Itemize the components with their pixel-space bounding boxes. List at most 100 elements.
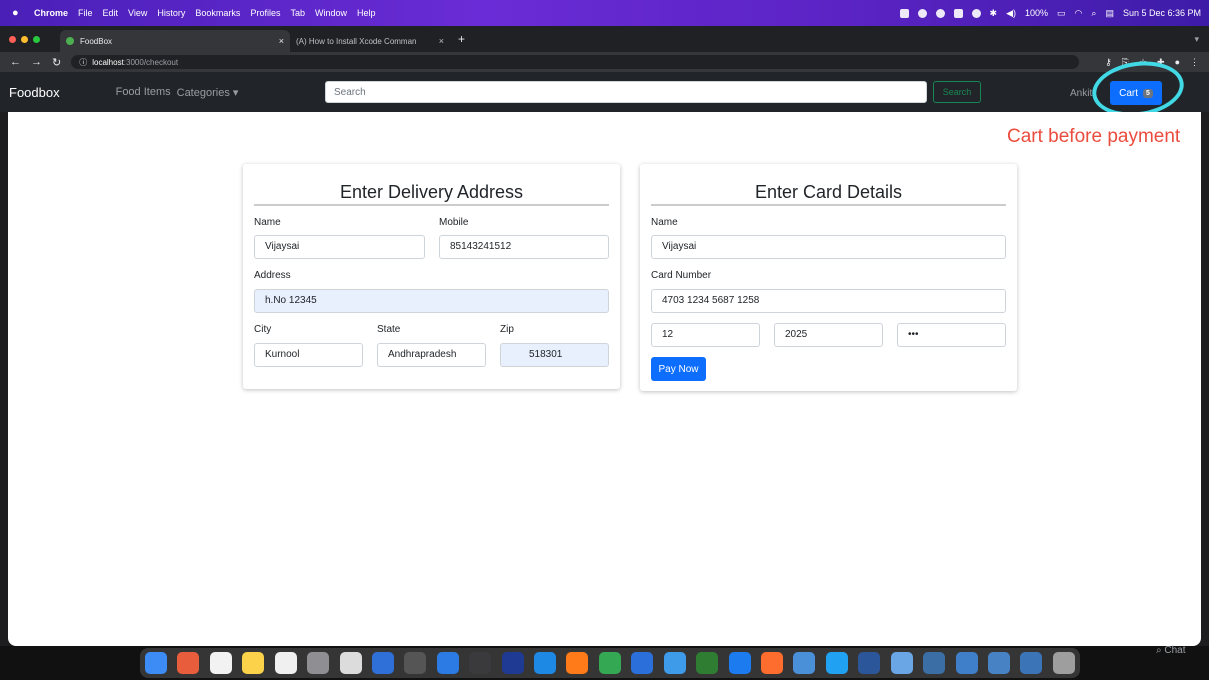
firefox-icon[interactable] (566, 652, 589, 674)
card-number-input[interactable]: 4703 1234 5687 1258 (651, 289, 1006, 313)
status-app-icon[interactable] (899, 8, 909, 18)
wifi-icon[interactable]: ◠ (1075, 8, 1083, 19)
activity-monitor-icon[interactable] (696, 652, 719, 674)
system-preferences-icon[interactable] (307, 652, 330, 674)
status-app-icon[interactable] (935, 8, 945, 18)
spotlight-icon[interactable]: ⌕ (1091, 8, 1096, 19)
webstorm-icon[interactable] (825, 652, 848, 674)
tab-search-chevron-icon[interactable]: ▾ (1194, 34, 1199, 45)
window-thumbnail-icon[interactable] (955, 652, 978, 674)
window-thumbnail-icon[interactable] (923, 652, 946, 674)
app-icon[interactable] (663, 652, 686, 674)
app-icon[interactable] (469, 652, 492, 674)
brand-logo[interactable]: Foodbox (9, 85, 60, 100)
word-icon[interactable] (858, 652, 881, 674)
back-icon[interactable]: ← (10, 56, 21, 69)
browser-tab-bar: FoodBox × (A) How to Install Xcode Comma… (0, 26, 1209, 52)
minimize-window-icon[interactable] (21, 35, 28, 43)
city-input[interactable]: Kurnool (254, 343, 363, 367)
reload-icon[interactable]: ↻ (52, 56, 61, 69)
tab-foodbox[interactable]: FoodBox × (60, 30, 290, 52)
divider (254, 204, 609, 206)
user-menu[interactable]: Ankit (1070, 88, 1092, 99)
menu-tab[interactable]: Tab (290, 8, 305, 18)
menu-history[interactable]: History (157, 8, 185, 18)
chrome-icon[interactable] (598, 652, 621, 674)
more-menu-icon[interactable]: ⋮ (1190, 57, 1199, 68)
ide-icon[interactable] (501, 652, 524, 674)
apple-icon[interactable]: ● (12, 7, 24, 19)
menu-app-chrome[interactable]: Chrome (34, 8, 68, 18)
forward-icon[interactable]: → (31, 56, 42, 69)
pages-icon[interactable] (339, 652, 362, 674)
menu-view[interactable]: View (128, 8, 147, 18)
address-input[interactable]: h.No 12345 (254, 289, 609, 313)
tab-title: FoodBox (80, 36, 113, 46)
state-input[interactable]: Andhrapradesh (377, 343, 486, 367)
status-app-icon[interactable] (917, 8, 927, 18)
favicon-icon (66, 37, 74, 45)
search-input[interactable] (325, 81, 927, 103)
volume-icon[interactable]: ◀) (1006, 8, 1016, 19)
safari-icon[interactable] (534, 652, 557, 674)
reminders-icon[interactable] (274, 652, 297, 674)
zoom-window-icon[interactable] (33, 35, 40, 43)
mail-icon[interactable] (436, 652, 459, 674)
chat-button[interactable]: ⌕ Chat (1156, 645, 1186, 656)
zip-label: Zip (500, 324, 514, 335)
url-bar[interactable]: ⓘ localhost:3000/checkout (71, 55, 1080, 69)
menu-edit[interactable]: Edit (103, 8, 119, 18)
pay-now-button[interactable]: Pay Now (651, 357, 706, 381)
control-center-icon[interactable]: ▤ (1105, 8, 1114, 19)
menu-bookmarks[interactable]: Bookmarks (195, 8, 240, 18)
launchpad-icon[interactable] (177, 652, 200, 674)
cvv-input[interactable]: ••• (897, 323, 1006, 347)
close-tab-icon[interactable]: × (439, 36, 444, 46)
xcode-icon[interactable] (793, 652, 816, 674)
obs-icon[interactable] (404, 652, 427, 674)
profile-icon[interactable]: ● (1175, 57, 1180, 68)
window-thumbnail-icon[interactable] (987, 652, 1010, 674)
chrome-alt-icon[interactable] (371, 652, 394, 674)
tab-xcode-video[interactable]: (A) How to Install Xcode Comman × (290, 30, 450, 52)
address-label: Address (254, 270, 291, 281)
menu-help[interactable]: Help (357, 8, 376, 18)
calendar-icon[interactable] (209, 652, 232, 674)
mobile-input[interactable]: 85143241512 (439, 235, 609, 259)
new-tab-button[interactable]: + (458, 32, 465, 46)
window-thumbnail-icon[interactable] (1020, 652, 1043, 674)
trash-icon[interactable] (1052, 652, 1075, 674)
battery-percent: 100% (1024, 8, 1049, 18)
nav-categories-dropdown[interactable]: Categories ▾ (177, 86, 239, 99)
vscode-icon[interactable] (631, 652, 654, 674)
search-button[interactable]: Search (933, 81, 981, 103)
status-app-icon[interactable] (953, 8, 963, 18)
tab-title: (A) How to Install Xcode Comman (296, 36, 417, 46)
close-tab-icon[interactable]: × (279, 36, 284, 46)
status-app-icon[interactable] (971, 8, 981, 18)
expiry-month-input[interactable]: 12 (651, 323, 760, 347)
card-name-input[interactable]: Vijaysai (651, 235, 1006, 259)
url-host: localhost (92, 57, 124, 67)
zip-input[interactable]: 518301 (500, 343, 609, 367)
app-store-icon[interactable] (728, 652, 751, 674)
nav-food-items[interactable]: Food Items (116, 86, 171, 98)
battery-icon[interactable]: ▭ (1057, 8, 1066, 19)
notes-icon[interactable] (242, 652, 265, 674)
chat-label: Chat (1164, 645, 1186, 656)
delivery-name-input[interactable]: Vijaysai (254, 235, 425, 259)
clock[interactable]: Sun 5 Dec 6:36 PM (1123, 8, 1201, 18)
key-icon[interactable]: ⚷ (1105, 57, 1112, 68)
city-label: City (254, 324, 272, 335)
bluetooth-icon[interactable]: ✱ (990, 8, 998, 19)
close-window-icon[interactable] (9, 35, 16, 43)
menu-window[interactable]: Window (315, 8, 347, 18)
divider (651, 204, 1006, 206)
finder-icon[interactable] (145, 652, 167, 674)
expiry-year-input[interactable]: 2025 (774, 323, 883, 347)
menu-file[interactable]: File (78, 8, 93, 18)
site-info-icon[interactable]: ⓘ (79, 57, 87, 68)
downloads-folder-icon[interactable] (890, 652, 913, 674)
menu-profiles[interactable]: Profiles (250, 8, 280, 18)
swift-icon[interactable] (761, 652, 784, 674)
